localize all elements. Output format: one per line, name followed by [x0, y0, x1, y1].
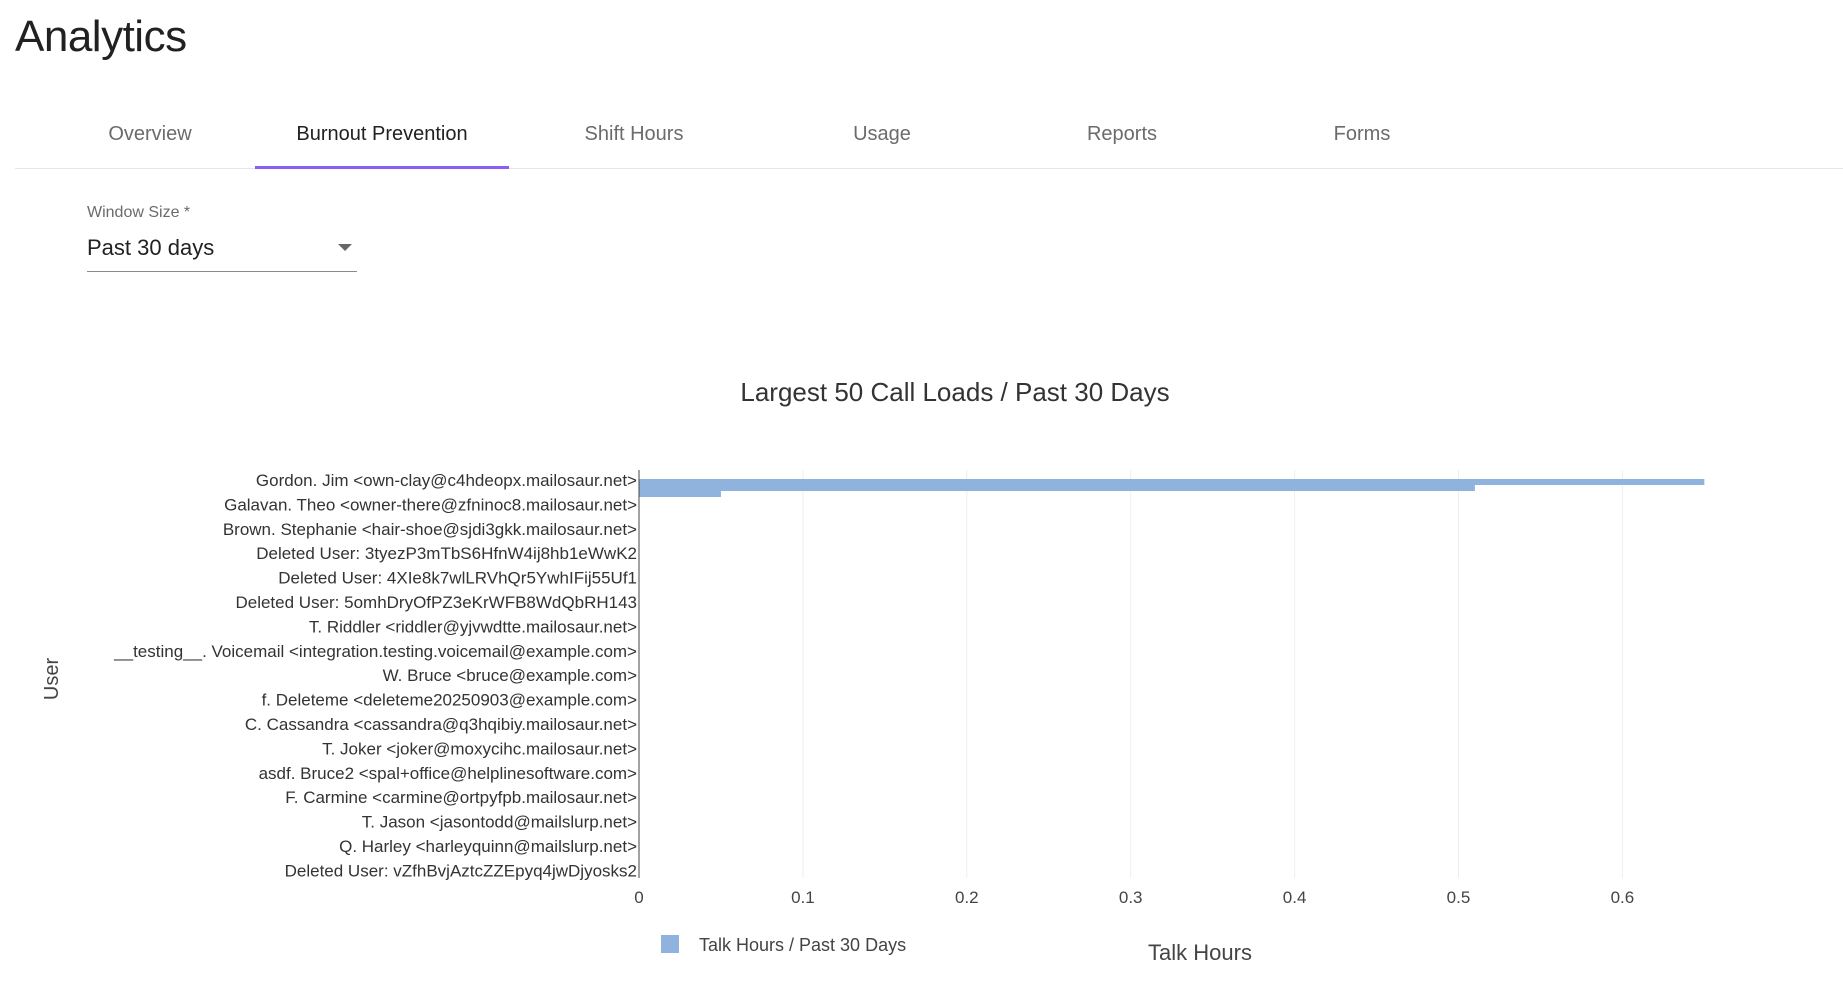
legend-label: Talk Hours / Past 30 Days	[699, 935, 906, 955]
call-loads-chart: Gordon. Jim <own-clay@c4hdeopx.mailosaur…	[41, 377, 1705, 965]
y-tick-label: Deleted User: vZfhBvjAztcZZEpyq4jwDjyosk…	[285, 861, 637, 880]
page-title: Analytics	[15, 12, 187, 61]
x-tick-label: 0.5	[1447, 888, 1471, 907]
x-axis-title: Talk Hours	[1148, 940, 1252, 965]
x-tick-label: 0.4	[1283, 888, 1307, 907]
x-tick-label: 0.6	[1611, 888, 1635, 907]
x-tick-label: 0	[634, 888, 643, 907]
x-tick-labels: 0 0.1 0.2 0.3 0.4 0.5 0.6	[634, 888, 1634, 907]
tab-burnout-prevention[interactable]: Burnout Prevention	[255, 100, 509, 168]
chevron-down-icon[interactable]	[338, 244, 352, 251]
select-underline	[87, 271, 357, 272]
bar[interactable]	[639, 491, 721, 497]
bar[interactable]	[639, 485, 1475, 491]
window-size-select[interactable]: Window Size * Past 30 days	[87, 202, 357, 272]
window-size-value: Past 30 days	[87, 235, 215, 260]
y-tick-label: F. Carmine <carmine@ortpyfpb.mailosaur.n…	[285, 788, 637, 807]
y-tick-label: T. Jason <jasontodd@mailslurp.net>	[362, 813, 637, 832]
x-tick-label: 0.2	[955, 888, 979, 907]
chart-grid	[802, 470, 1623, 878]
y-tick-label: asdf. Bruce2 <spal+office@helplinesoftwa…	[259, 764, 637, 783]
tab-reports[interactable]: Reports	[1003, 100, 1241, 168]
y-tick-label: Gordon. Jim <own-clay@c4hdeopx.mailosaur…	[256, 471, 637, 490]
tab-shift-hours[interactable]: Shift Hours	[515, 100, 753, 168]
y-tick-label: T. Joker <joker@moxycihc.mailosaur.net>	[322, 739, 637, 758]
y-tick-label: Q. Harley <harleyquinn@mailslurp.net>	[339, 837, 637, 856]
chart-title: Largest 50 Call Loads / Past 30 Days	[740, 377, 1169, 407]
y-tick-labels: Gordon. Jim <own-clay@c4hdeopx.mailosaur…	[113, 471, 637, 880]
x-tick-label: 0.1	[791, 888, 815, 907]
y-tick-label: __testing__. Voicemail <integration.test…	[113, 642, 637, 661]
y-tick-label: Deleted User: 4XIe8k7wlLRVhQr5YwhIFij55U…	[278, 569, 637, 588]
bar[interactable]	[639, 479, 1705, 485]
y-tick-label: Deleted User: 5omhDryOfPZ3eKrWFB8WdQbRH1…	[235, 593, 637, 612]
legend-swatch	[661, 935, 679, 953]
y-tick-label: W. Bruce <bruce@example.com>	[383, 666, 637, 685]
tab-forms[interactable]: Forms	[1243, 100, 1481, 168]
chart-bars	[639, 479, 1705, 497]
y-tick-label: Brown. Stephanie <hair-shoe@sjdi3gkk.mai…	[223, 520, 637, 539]
tab-bar: Overview Burnout Prevention Shift Hours …	[15, 100, 1843, 169]
active-tab-indicator	[255, 166, 509, 169]
x-tick-label: 0.3	[1119, 888, 1143, 907]
tab-overview[interactable]: Overview	[55, 100, 245, 168]
y-tick-label: Galavan. Theo <owner-there@zfninoc8.mail…	[224, 495, 637, 514]
window-size-label: Window Size *	[87, 204, 191, 221]
y-axis-title: User	[41, 658, 63, 701]
y-tick-label: T. Riddler <riddler@yjvwdtte.mailosaur.n…	[309, 617, 637, 636]
y-tick-label: Deleted User: 3tyezP3mTbS6HfnW4ij8hb1eWw…	[256, 544, 637, 563]
tab-usage[interactable]: Usage	[763, 100, 1001, 168]
y-tick-label: f. Deleteme <deleteme20250903@example.co…	[262, 691, 638, 710]
y-tick-label: C. Cassandra <cassandra@q3hqibiy.mailosa…	[245, 715, 637, 734]
